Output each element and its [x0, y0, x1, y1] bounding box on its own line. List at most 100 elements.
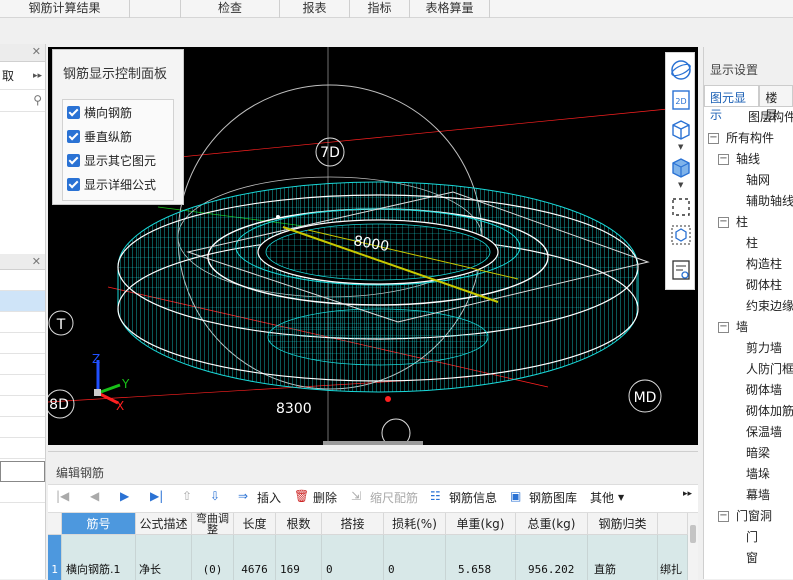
rebar-library-button[interactable]: 钢筋图库	[529, 489, 577, 506]
search-icon[interactable]: ⚲	[33, 90, 42, 111]
viewport-splitter-handle[interactable]	[323, 441, 423, 445]
2d-view-icon[interactable]: 2D	[669, 88, 693, 112]
close-icon[interactable]: ✕	[32, 255, 41, 268]
3d-box-filled-icon[interactable]	[669, 155, 693, 179]
col-header-total-weight[interactable]: 总重(kg)	[516, 513, 588, 535]
move-down-icon[interactable]: ⇩	[210, 489, 220, 503]
cell-bend[interactable]: (0)	[192, 535, 234, 580]
left-panel-search[interactable]: ⚲	[0, 90, 45, 112]
tab-floor[interactable]: 楼层	[759, 85, 793, 122]
tree-item[interactable]: − 所有构件	[704, 128, 793, 149]
tree-item[interactable]: 保温墙	[704, 422, 793, 443]
list-item[interactable]	[0, 438, 45, 459]
list-item[interactable]	[0, 396, 45, 417]
list-item-selected[interactable]	[0, 291, 45, 312]
collapse-icon[interactable]: −	[718, 217, 729, 228]
option-show-other-elements[interactable]: 显示其它图元	[63, 148, 173, 172]
tree-item[interactable]: 约束边缘	[704, 296, 793, 317]
list-item[interactable]	[0, 482, 45, 503]
insert-button[interactable]: 插入	[257, 489, 281, 506]
chevron-down-icon[interactable]: ▼	[678, 143, 683, 151]
list-item[interactable]	[0, 375, 45, 396]
menu-report[interactable]: 报表	[280, 0, 350, 18]
list-item[interactable]	[0, 333, 45, 354]
list-item-input[interactable]	[0, 461, 45, 482]
table-scrollbar[interactable]	[688, 513, 698, 580]
scrollbar-thumb[interactable]	[690, 525, 696, 543]
prev-record-icon[interactable]: ◀	[90, 489, 99, 503]
list-item[interactable]	[0, 354, 45, 375]
3d-box-icon[interactable]	[669, 117, 693, 141]
checkbox-checked-icon[interactable]	[67, 153, 80, 167]
cell-tie-type[interactable]: 绑扎	[658, 535, 688, 580]
rebar-info-button[interactable]: 钢筋信息	[449, 489, 497, 506]
first-record-icon[interactable]: |◀	[56, 489, 69, 503]
cell-category[interactable]: 直筋	[588, 535, 658, 580]
menu-index[interactable]: 指标	[350, 0, 410, 18]
cell-formula[interactable]: 净长	[136, 535, 192, 580]
list-item[interactable]	[0, 312, 45, 333]
menu-table-calc[interactable]: 表格算量	[410, 0, 490, 18]
tree-item[interactable]: 砌体墙	[704, 380, 793, 401]
menu-rebar-result[interactable]: 钢筋计算结果	[0, 0, 130, 18]
cell-lap[interactable]: 0	[322, 535, 384, 580]
tree-item[interactable]: 墙垛	[704, 464, 793, 485]
trash-icon[interactable]: 🗑	[294, 489, 309, 503]
select-frame-icon[interactable]	[669, 195, 693, 219]
col-header-length[interactable]: 长度	[234, 513, 276, 535]
tree-item[interactable]: 幕墙	[704, 485, 793, 506]
collapse-icon[interactable]: −	[718, 322, 729, 333]
insert-icon[interactable]: ⇒	[238, 489, 248, 503]
col-header-category[interactable]: 钢筋归类	[588, 513, 658, 535]
next-record-icon[interactable]: ▶	[120, 489, 129, 503]
rebar-library-icon[interactable]: ▣	[510, 489, 521, 503]
tree-item[interactable]: 图层构件	[704, 107, 793, 128]
more-icon[interactable]: ▸▸	[683, 489, 692, 499]
col-header-extra[interactable]	[658, 513, 688, 535]
col-header-lap[interactable]: 搭接	[322, 513, 384, 535]
col-header-unit-weight[interactable]: 单重(kg)	[446, 513, 516, 535]
option-horizontal-rebar[interactable]: 横向钢筋	[63, 100, 173, 124]
col-header-loss[interactable]: 损耗(%)	[384, 513, 446, 535]
collapse-icon[interactable]: −	[718, 154, 729, 165]
cell-unit-weight[interactable]: 5.658	[446, 535, 516, 580]
tree-item[interactable]: − 轴线	[704, 149, 793, 170]
scale-rebar-button[interactable]: 缩尺配筋	[370, 489, 418, 506]
cell-length[interactable]: 4676	[234, 535, 276, 580]
other-dropdown[interactable]: 其他	[590, 489, 614, 506]
tree-item[interactable]: − 墙	[704, 317, 793, 338]
tree-item[interactable]: 暗梁	[704, 443, 793, 464]
rebar-info-icon[interactable]: ☷	[430, 489, 441, 503]
close-icon[interactable]: ✕	[32, 45, 41, 58]
tree-item[interactable]: 人防门框	[704, 359, 793, 380]
col-header-bend[interactable]: 弯曲调整	[192, 513, 234, 535]
option-show-detailed-formula[interactable]: 显示详细公式	[63, 172, 173, 196]
tree-item[interactable]: 柱	[704, 233, 793, 254]
move-up-icon[interactable]: ⇧	[182, 489, 192, 503]
tree-item[interactable]: 轴网	[704, 170, 793, 191]
col-header-count[interactable]: 根数	[276, 513, 322, 535]
tree-item[interactable]: 窗	[704, 548, 793, 569]
cube-view-icon[interactable]	[669, 223, 693, 247]
tree-item[interactable]: 砌体加筋	[704, 401, 793, 422]
tree-item[interactable]: 构造柱	[704, 254, 793, 275]
col-header-bar-no[interactable]: 筋号	[62, 513, 136, 535]
checkbox-checked-icon[interactable]	[67, 177, 80, 191]
last-record-icon[interactable]: ▶|	[150, 489, 163, 503]
chevron-down-icon[interactable]: ▼	[618, 493, 624, 502]
tree-item[interactable]: 辅助轴线	[704, 191, 793, 212]
tree-item[interactable]: − 门窗洞	[704, 506, 793, 527]
cell-total-weight[interactable]: 956.202	[516, 535, 588, 580]
menu-check[interactable]: 检查	[180, 0, 280, 18]
list-item[interactable]	[0, 270, 45, 291]
delete-button[interactable]: 删除	[313, 489, 337, 506]
checkbox-checked-icon[interactable]	[67, 105, 80, 119]
checkbox-checked-icon[interactable]	[67, 129, 80, 143]
cell-bar-no[interactable]: 横向钢筋.1	[62, 535, 136, 580]
row-number[interactable]: 1	[48, 535, 62, 580]
display-settings-icon[interactable]	[669, 258, 693, 282]
chevron-down-icon[interactable]: ▼	[678, 181, 683, 189]
tree-item[interactable]: − 柱	[704, 212, 793, 233]
cell-count[interactable]: 169	[276, 535, 322, 580]
tree-item[interactable]: 剪力墙	[704, 338, 793, 359]
